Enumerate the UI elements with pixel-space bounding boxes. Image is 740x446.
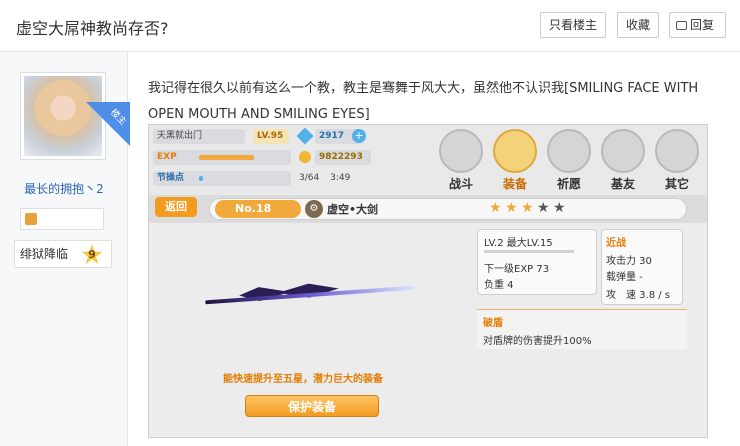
favorite-button[interactable]: 收藏 [617, 12, 659, 38]
protect-button[interactable]: 保护装备 [245, 395, 379, 417]
back-button[interactable]: 返回 [155, 197, 197, 217]
forum-level: 9 [88, 248, 96, 261]
stamina-fill [199, 176, 204, 181]
ammo-value: 载弹量 - [606, 272, 643, 283]
star-icon: ★ [553, 200, 566, 216]
attack-value: 攻击力 30 [606, 256, 652, 267]
exp-fill [199, 155, 254, 160]
star-icon: ★ [489, 200, 502, 216]
only-op-button[interactable]: 只看楼主 [540, 12, 606, 38]
exp-bar: EXP [153, 150, 291, 165]
star-icon: ★ [537, 200, 550, 216]
stamina-bar: 节操点 [153, 171, 291, 186]
gem-icon [296, 127, 314, 145]
equip-menu-icon[interactable] [493, 129, 537, 173]
lv-info: LV.2 最大LV.15 [484, 238, 553, 249]
skill-panel: 破盾 对盾牌的伤害提升100% [477, 309, 687, 349]
friends-menu-icon[interactable] [601, 129, 645, 173]
skill-name: 破盾 [483, 318, 503, 329]
weapon-type: 近战 [606, 238, 626, 249]
other-menu-icon[interactable] [655, 129, 699, 173]
gear-icon: ⚙ [305, 200, 323, 218]
thread-title: 虚空大屌神教尚存否? [16, 19, 169, 38]
star-icon: ★ [505, 200, 518, 216]
thread-header: 虚空大屌神教尚存否? 只看楼主 收藏 回复 [0, 0, 740, 52]
weapon-name: 虚空•大剑 [327, 203, 379, 216]
lv-progress [484, 250, 574, 253]
game-screenshot: 天黑就出门 LV.95 2917 + 9822293 EXP 节操点 3/64 … [148, 124, 708, 438]
wish-menu-icon[interactable] [547, 129, 591, 173]
star-icon: ★ [521, 200, 534, 216]
stamina-value: 3/64 [299, 173, 320, 183]
exp-label: EXP [157, 152, 177, 162]
op-corner-badge: 楼主 [86, 102, 130, 146]
menu-friends[interactable]: 基友 [597, 175, 649, 192]
forum-rank: 绯狱降临 [20, 247, 69, 261]
menu-wish[interactable]: 祈愿 [543, 175, 595, 192]
level-icon [25, 213, 37, 225]
level-box [20, 208, 104, 230]
reply-button[interactable]: 回复 [669, 12, 726, 38]
weapon-number: No.18 [215, 200, 301, 218]
forum-rank-box[interactable]: 绯狱降临 9 [14, 240, 112, 268]
weapon-title-row: 返回 No.18 ⚙ 虚空•大剑 ★ ★ ★ ★ ★ [149, 195, 707, 223]
stats-panel: 近战 攻击力 30 载弹量 - 攻 速 3.8 / s [601, 229, 683, 305]
menu-other[interactable]: 其它 [651, 175, 703, 192]
author-sidebar: 楼主 最长的拥抱丶2 绯狱降临 9 [0, 52, 130, 446]
level-star-icon: 9 [81, 244, 103, 266]
level-panel: LV.2 最大LV.15 下一级EXP 73 负重 4 [477, 229, 597, 295]
add-gem-icon[interactable]: + [352, 129, 366, 143]
load-value: 负重 4 [484, 280, 514, 291]
skill-desc: 对盾牌的伤害提升100% [483, 336, 592, 347]
author-name[interactable]: 最长的拥抱丶2 [0, 180, 128, 197]
reply-label: 回复 [690, 18, 715, 32]
attack-speed: 攻 速 3.8 / s [606, 290, 671, 301]
menu-equip[interactable]: 装备 [489, 175, 541, 192]
menu-battle[interactable]: 战斗 [435, 175, 487, 192]
game-status-bar: 天黑就出门 LV.95 2917 + 9822293 EXP 节操点 3/64 … [149, 125, 707, 195]
weapon-hint: 能快速提升至五星，潜力巨大的装备 [223, 374, 383, 385]
stamina-label: 节操点 [157, 173, 185, 183]
player-level: LV.95 [253, 129, 289, 144]
post-text: 我记得在很久以前有这么一个教，教主是骞舞于风大大，虽然他不认识我[SMILING… [148, 81, 699, 122]
battle-menu-icon[interactable] [439, 129, 483, 173]
next-exp: 下一级EXP 73 [484, 264, 550, 275]
gold-count: 9822293 [315, 150, 371, 165]
stamina-readout: 3/64 3:49 [295, 171, 361, 186]
coin-icon [299, 151, 311, 163]
comment-icon [676, 21, 687, 30]
stamina-timer: 3:49 [330, 173, 351, 183]
player-name: 天黑就出门 [153, 129, 245, 144]
